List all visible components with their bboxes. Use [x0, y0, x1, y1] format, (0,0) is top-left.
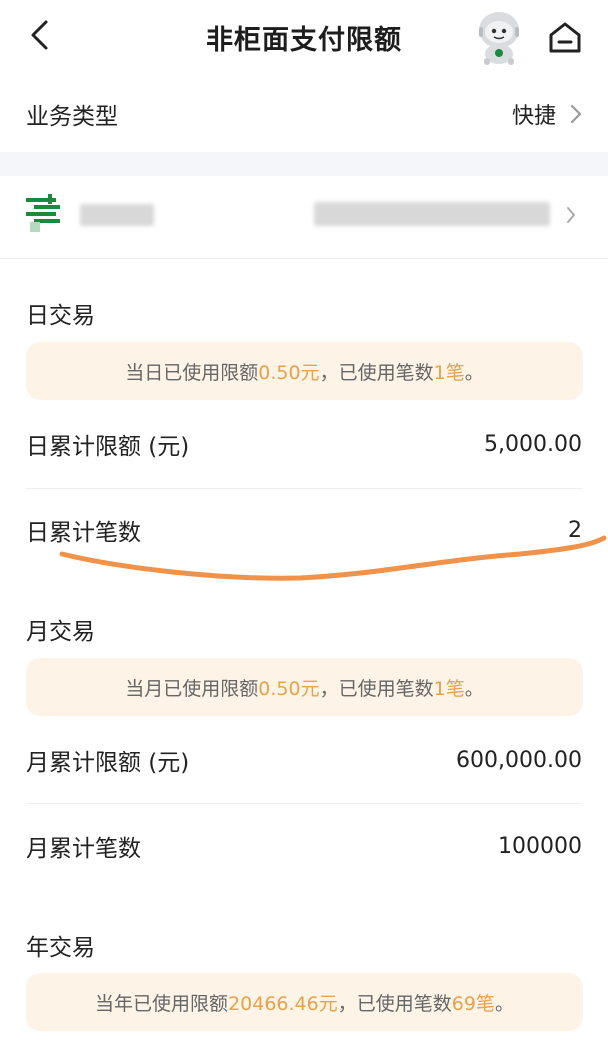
- divider: [26, 803, 582, 804]
- monthly-count-row: 月累计笔数 100000: [0, 814, 608, 878]
- robot-assistant-icon[interactable]: [470, 8, 528, 66]
- notice-amount: 20466.46元: [228, 992, 338, 1015]
- home-icon: [549, 22, 581, 53]
- notice-text: 。: [494, 992, 514, 1015]
- account-selector[interactable]: [0, 176, 608, 258]
- monthly-count-value: 100000: [498, 833, 582, 859]
- business-type-value: 快捷: [511, 104, 556, 129]
- monthly-usage-notice: 当月已使用限额 0.50元 ，已使用笔数 1笔 。: [26, 658, 583, 716]
- notice-text: 。: [464, 677, 484, 700]
- notice-text: 当年已使用限额: [95, 992, 229, 1015]
- daily-count-row: 日累计笔数 2: [0, 498, 608, 562]
- notice-text: ，已使用笔数: [319, 361, 434, 384]
- notice-amount: 0.50元: [258, 677, 320, 700]
- notice-text: ，已使用笔数: [319, 677, 434, 700]
- divider: [26, 488, 582, 489]
- daily-count-label: 日累计笔数: [26, 520, 141, 546]
- business-type-row[interactable]: 业务类型 快捷: [0, 78, 608, 150]
- daily-limit-value: 5,000.00: [484, 431, 582, 457]
- notice-amount: 0.50元: [258, 361, 320, 384]
- notice-text: 当日已使用限额: [125, 361, 259, 384]
- yearly-usage-notice: 当年已使用限额 20466.46元 ，已使用笔数 69笔 。: [26, 973, 583, 1031]
- daily-count-value: 2: [568, 517, 582, 543]
- daily-usage-notice: 当日已使用限额 0.50元 ，已使用笔数 1笔 。: [26, 342, 583, 400]
- notice-count: 69笔: [451, 992, 495, 1015]
- daily-section-title: 日交易: [26, 303, 95, 329]
- monthly-limit-row: 月累计限额 (元) 600,000.00: [0, 728, 608, 792]
- notice-text: 当月已使用限额: [125, 677, 259, 700]
- daily-limit-row: 日累计限额 (元) 5,000.00: [0, 412, 608, 476]
- account-name-obscured: [80, 204, 154, 226]
- home-button[interactable]: [544, 16, 586, 58]
- chevron-right-icon: [570, 104, 582, 124]
- chevron-right-icon: [567, 207, 575, 223]
- divider: [0, 258, 608, 259]
- account-number-obscured: [314, 202, 550, 226]
- monthly-limit-value: 600,000.00: [456, 747, 582, 773]
- notice-count: 1笔: [433, 677, 465, 700]
- yearly-section-title: 年交易: [26, 935, 95, 961]
- daily-limit-label: 日累计限额 (元): [26, 434, 190, 460]
- business-type-value-wrap: 快捷: [512, 98, 582, 130]
- notice-text: ，已使用笔数: [337, 992, 452, 1015]
- section-gap: [0, 152, 608, 176]
- postal-bank-logo-icon: [26, 194, 60, 232]
- monthly-limit-label: 月累计限额 (元): [26, 750, 190, 776]
- notice-text: 。: [464, 361, 484, 384]
- top-bar: 非柜面支付限额: [0, 0, 608, 72]
- business-type-label: 业务类型: [26, 104, 118, 130]
- notice-count: 1笔: [433, 361, 465, 384]
- monthly-section-title: 月交易: [26, 619, 95, 645]
- monthly-count-label: 月累计笔数: [26, 836, 141, 862]
